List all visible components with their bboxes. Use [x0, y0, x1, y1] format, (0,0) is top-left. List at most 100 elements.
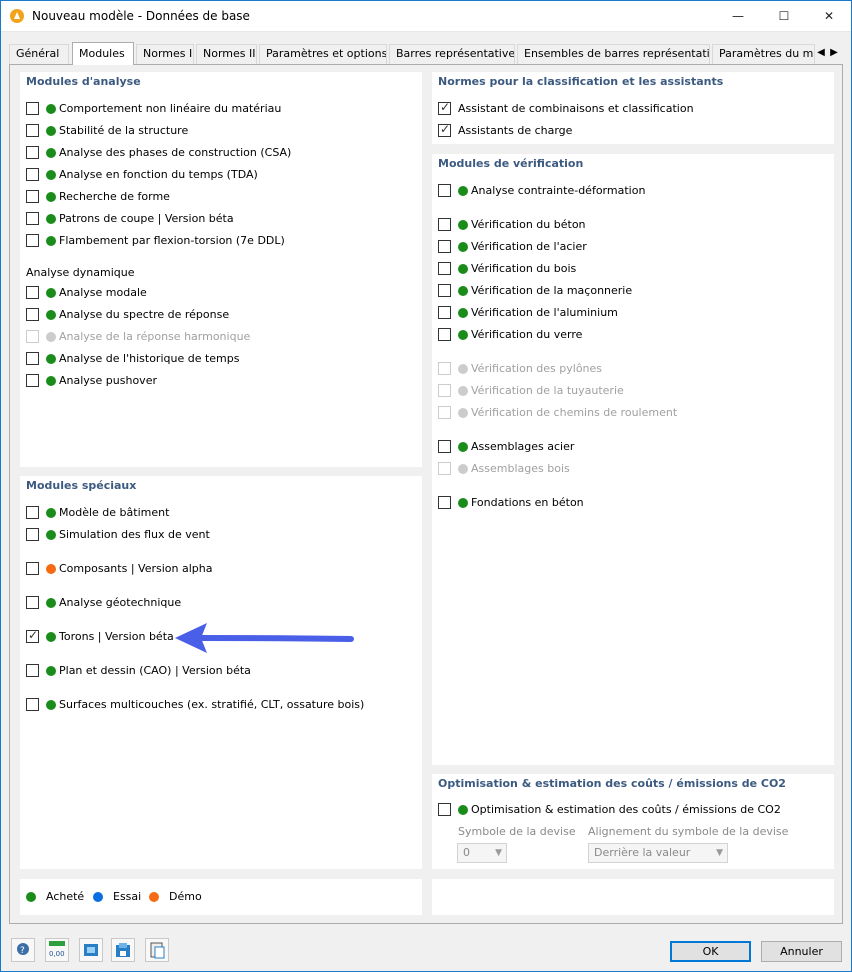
clipboard-icon[interactable] — [145, 938, 169, 962]
help-icon[interactable]: ? — [11, 938, 35, 962]
module-item[interactable]: ✓ Assistant de combinaisons et classifica… — [438, 101, 818, 117]
module-label: Analyse modale — [59, 286, 147, 299]
checkbox[interactable] — [26, 374, 39, 387]
checkbox-checked[interactable]: ✓ — [438, 101, 451, 115]
optimization-checkbox[interactable] — [438, 803, 451, 816]
module-item[interactable]: Vérification du bois — [438, 261, 818, 277]
module-item[interactable]: Recherche de forme — [26, 189, 406, 205]
tab-general[interactable]: Général — [9, 44, 69, 64]
module-item[interactable]: Vérification de l'aluminium — [438, 305, 818, 321]
checkbox[interactable] — [26, 528, 39, 541]
currency-alignment-select[interactable]: Derrière la valeur ▼ — [588, 843, 728, 863]
module-item[interactable]: Simulation des flux de vent — [26, 527, 406, 543]
tab-parametres-modele[interactable]: Paramètres du modèle — [712, 44, 815, 64]
checkbox[interactable] — [438, 240, 451, 253]
tab-scroll-left-icon[interactable]: ◀ — [815, 44, 827, 62]
module-item[interactable]: Modèle de bâtiment — [26, 505, 406, 521]
status-dot-icon — [46, 598, 56, 608]
module-item[interactable]: Flambement par flexion-torsion (7e DDL) — [26, 233, 406, 249]
model-import-icon[interactable] — [79, 938, 103, 962]
checkbox[interactable] — [26, 124, 39, 137]
checkbox[interactable] — [26, 190, 39, 203]
checkbox[interactable] — [438, 496, 451, 509]
module-item[interactable]: Comportement non linéaire du matériau — [26, 101, 406, 117]
checkbox-checked[interactable]: ✓ — [438, 123, 451, 137]
module-item[interactable]: Vérification de l'acier — [438, 239, 818, 255]
module-item[interactable]: Patrons de coupe | Version béta — [26, 211, 406, 227]
annotation-arrow-icon — [175, 623, 354, 653]
minimize-button[interactable]: — — [715, 1, 761, 32]
optimization-item[interactable]: Optimisation & estimation des coûts / ém… — [438, 802, 818, 818]
ok-button[interactable]: OK — [670, 941, 751, 962]
dynamic-analysis-heading: Analyse dynamique — [26, 266, 135, 279]
module-item[interactable]: Vérification de la maçonnerie — [438, 283, 818, 299]
checkbox[interactable] — [438, 328, 451, 341]
checkbox[interactable] — [26, 506, 39, 519]
module-item[interactable]: Analyse modale — [26, 285, 406, 301]
tab-scroll-right-icon[interactable]: ▶ — [828, 44, 840, 62]
currency-symbol-select[interactable]: 0 ▼ — [457, 843, 507, 863]
module-label: Analyse des phases de construction (CSA) — [59, 146, 292, 159]
module-label: Patrons de coupe | Version béta — [59, 212, 234, 225]
module-item[interactable]: ✓ Assistants de charge — [438, 123, 818, 139]
module-item[interactable]: Analyse des phases de construction (CSA) — [26, 145, 406, 161]
status-dot-icon — [46, 310, 56, 320]
checkbox[interactable] — [26, 308, 39, 321]
module-item[interactable]: Surfaces multicouches (ex. stratifié, CL… — [26, 697, 406, 713]
module-item[interactable]: Composants | Version alpha — [26, 561, 406, 577]
module-item[interactable]: Fondations en béton — [438, 495, 818, 511]
checkbox[interactable] — [26, 168, 39, 181]
checkbox[interactable] — [26, 352, 39, 365]
units-icon[interactable]: 0,00 — [45, 938, 69, 962]
tab-ensembles-barres[interactable]: Ensembles de barres représentatifs — [517, 44, 710, 64]
module-item[interactable]: Plan et dessin (CAO) | Version béta — [26, 663, 406, 679]
checkbox[interactable] — [26, 286, 39, 299]
checkbox[interactable] — [438, 262, 451, 275]
checkbox[interactable] — [26, 664, 39, 677]
checkbox[interactable] — [438, 218, 451, 231]
status-dot-icon — [458, 308, 468, 318]
checkbox-checked[interactable]: ✓ — [26, 629, 39, 643]
save-template-icon[interactable] — [111, 938, 135, 962]
close-button[interactable]: ✕ — [806, 1, 852, 32]
checkbox[interactable] — [438, 440, 451, 453]
status-dot-icon — [458, 386, 468, 396]
checkbox[interactable] — [26, 596, 39, 609]
checkbox[interactable] — [26, 234, 39, 247]
module-label: Stabilité de la structure — [59, 124, 189, 137]
maximize-button[interactable]: ☐ — [761, 1, 807, 32]
status-dot-icon — [46, 170, 56, 180]
tab-normes-2[interactable]: Normes II — [196, 44, 257, 64]
module-item[interactable]: Analyse en fonction du temps (TDA) — [26, 167, 406, 183]
purchased-dot-icon — [26, 892, 36, 902]
module-item[interactable]: Vérification du béton — [438, 217, 818, 233]
checkbox[interactable] — [438, 284, 451, 297]
module-item[interactable]: Analyse contrainte-déformation — [438, 183, 818, 199]
checkbox[interactable] — [26, 698, 39, 711]
checkbox — [26, 330, 39, 343]
module-label: Vérification des pylônes — [471, 362, 603, 375]
checkbox[interactable] — [26, 562, 39, 575]
verification-title: Modules de vérification — [438, 157, 584, 170]
cancel-button[interactable]: Annuler — [761, 941, 842, 962]
tab-modules[interactable]: Modules — [72, 42, 134, 65]
window-title: Nouveau modèle - Données de base — [32, 9, 250, 23]
module-item[interactable]: Analyse de l'historique de temps — [26, 351, 406, 367]
module-item: Assemblages bois — [438, 461, 818, 477]
module-label: Vérification de l'aluminium — [471, 306, 618, 319]
tab-barres-representatives[interactable]: Barres représentatives — [389, 44, 515, 64]
module-item[interactable]: Vérification du verre — [438, 327, 818, 343]
checkbox[interactable] — [26, 146, 39, 159]
checkbox[interactable] — [438, 306, 451, 319]
status-dot-icon — [458, 330, 468, 340]
tab-normes-1[interactable]: Normes I — [136, 44, 194, 64]
module-item[interactable]: Assemblages acier — [438, 439, 818, 455]
checkbox[interactable] — [26, 102, 39, 115]
module-item[interactable]: Analyse géotechnique — [26, 595, 406, 611]
module-item[interactable]: Analyse pushover — [26, 373, 406, 389]
checkbox[interactable] — [438, 184, 451, 197]
tab-parametres-options[interactable]: Paramètres et options — [259, 44, 387, 64]
module-item[interactable]: Stabilité de la structure — [26, 123, 406, 139]
module-item[interactable]: Analyse du spectre de réponse — [26, 307, 406, 323]
checkbox[interactable] — [26, 212, 39, 225]
